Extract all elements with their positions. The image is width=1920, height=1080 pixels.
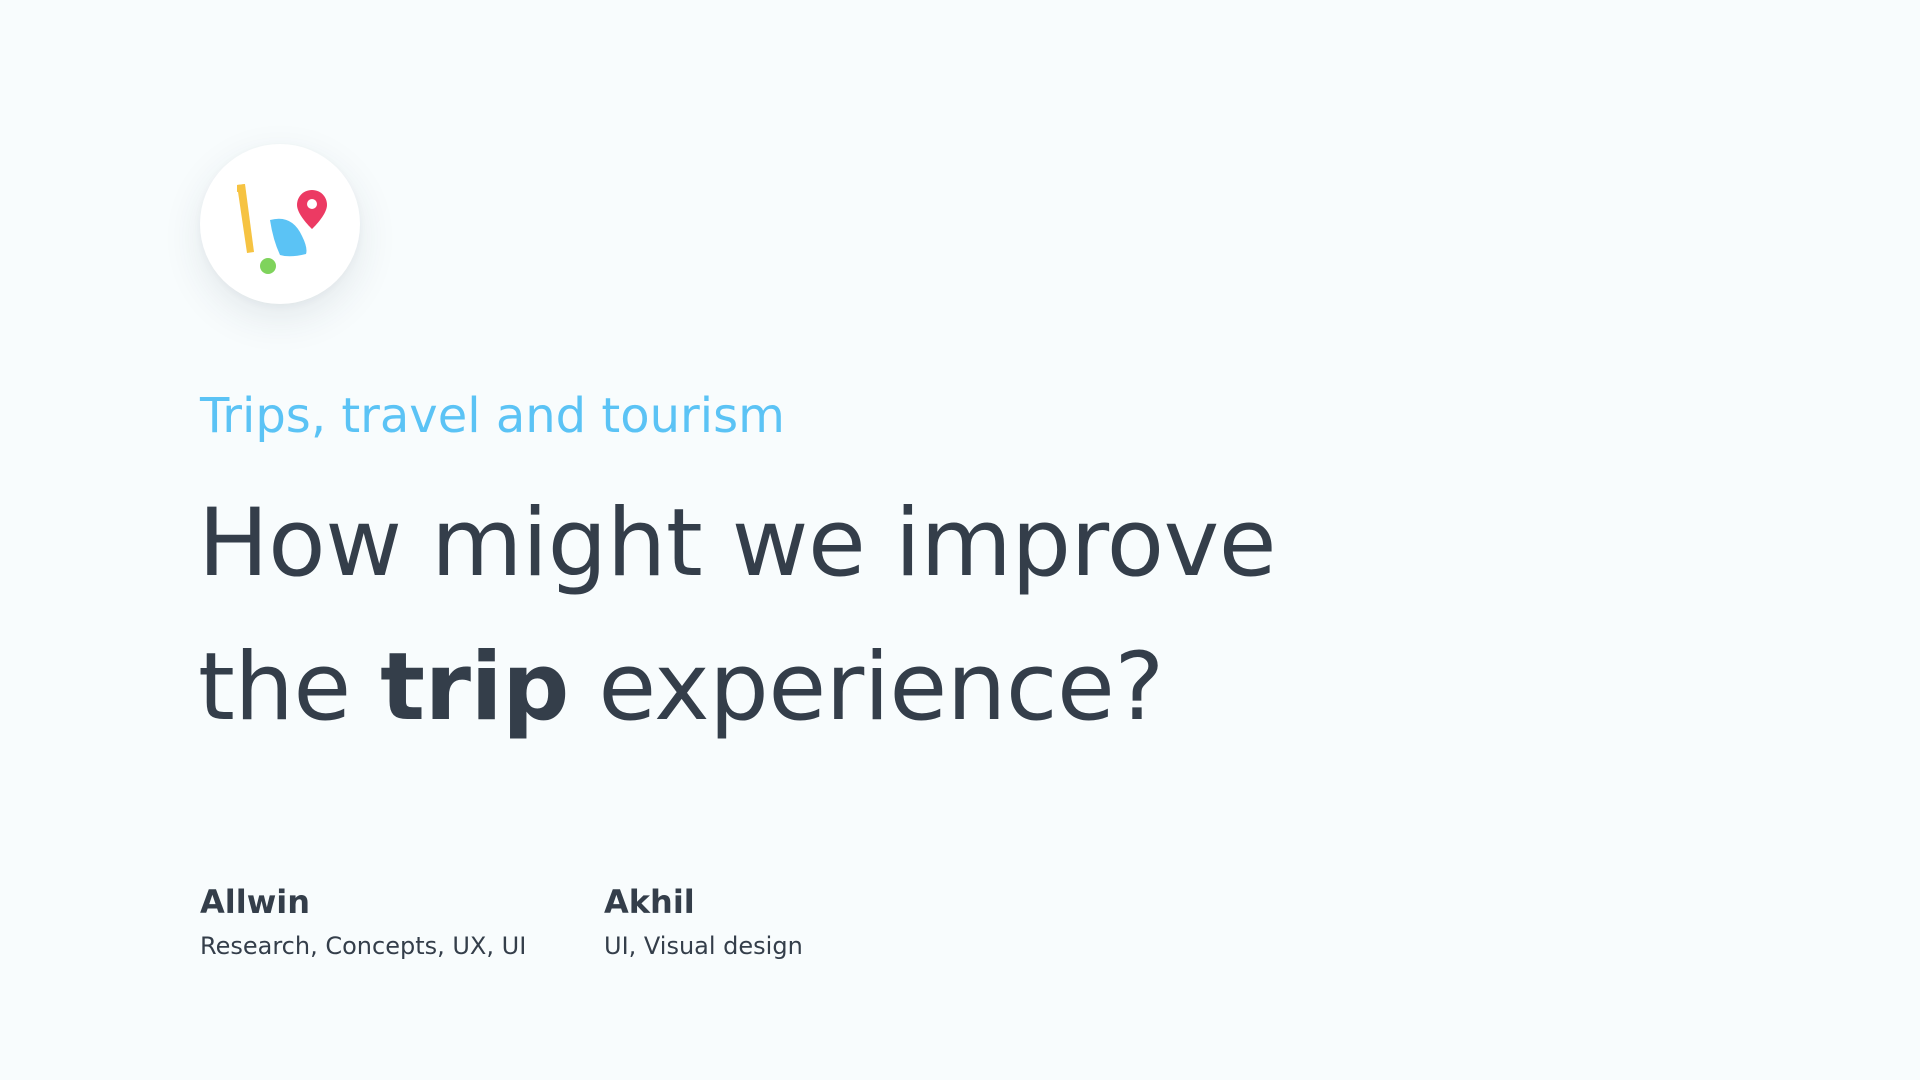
credit-item: Allwin Research, Concepts, UX, UI (200, 880, 604, 964)
headline: How might we improve the trip experience… (198, 472, 1277, 760)
headline-line-1: How might we improve (198, 489, 1277, 598)
credit-name: Allwin (200, 883, 311, 921)
headline-line-2-prefix: the (198, 633, 381, 742)
travel-app-logo-icon (237, 184, 327, 274)
credit-role: Research, Concepts, UX, UI (200, 932, 527, 960)
logo-badge (200, 144, 360, 304)
credits: Allwin Research, Concepts, UX, UI Akhil … (200, 880, 1008, 964)
headline-line-2-suffix: experience? (568, 633, 1164, 742)
headline-line-2: the trip experience? (198, 616, 1276, 760)
credit-item: Akhil UI, Visual design (604, 880, 1008, 964)
topic-subtitle: Trips, travel and tourism (200, 388, 785, 444)
credit-role: UI, Visual design (604, 932, 803, 960)
headline-emphasis: trip (380, 633, 569, 742)
title-slide: Trips, travel and tourism How might we i… (0, 0, 1920, 1080)
credit-name: Akhil (604, 883, 695, 921)
